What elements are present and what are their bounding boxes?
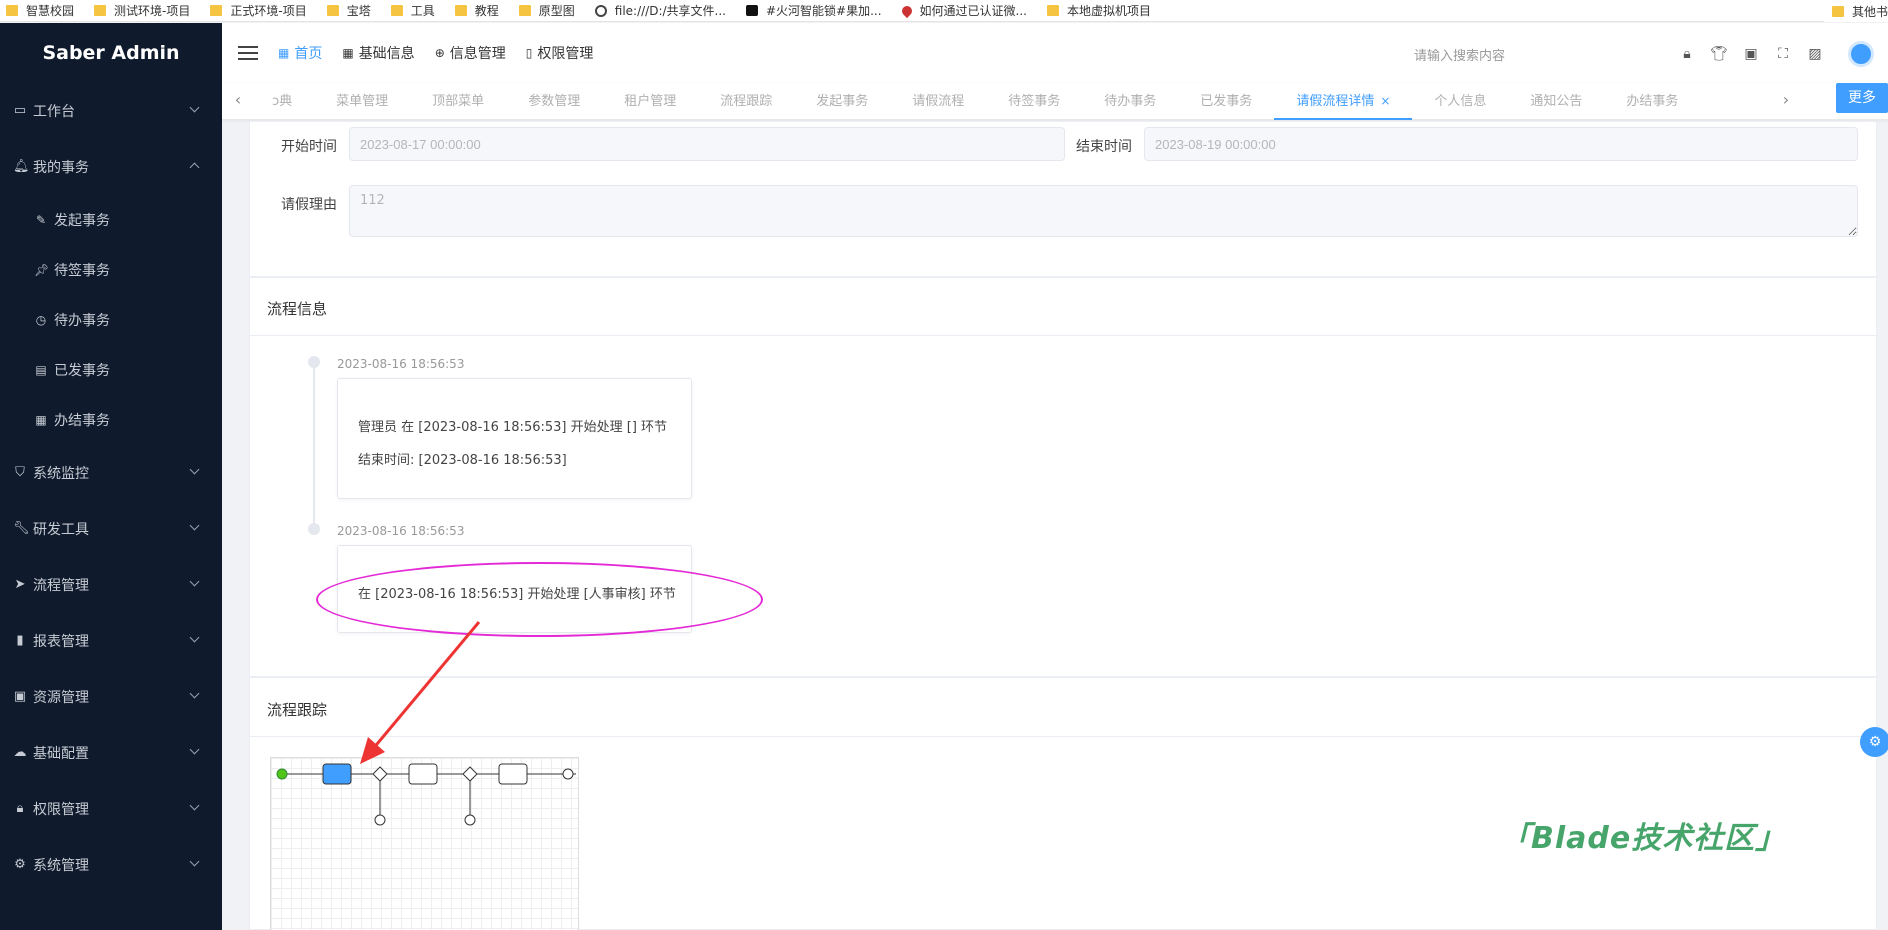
- arrow-line: [370, 621, 481, 751]
- annotation-arrow: [360, 621, 481, 764]
- watermark-text: 「Blade技术社区」: [1500, 821, 1787, 856]
- settings-gear-icon[interactable]: ⚙: [1860, 727, 1888, 757]
